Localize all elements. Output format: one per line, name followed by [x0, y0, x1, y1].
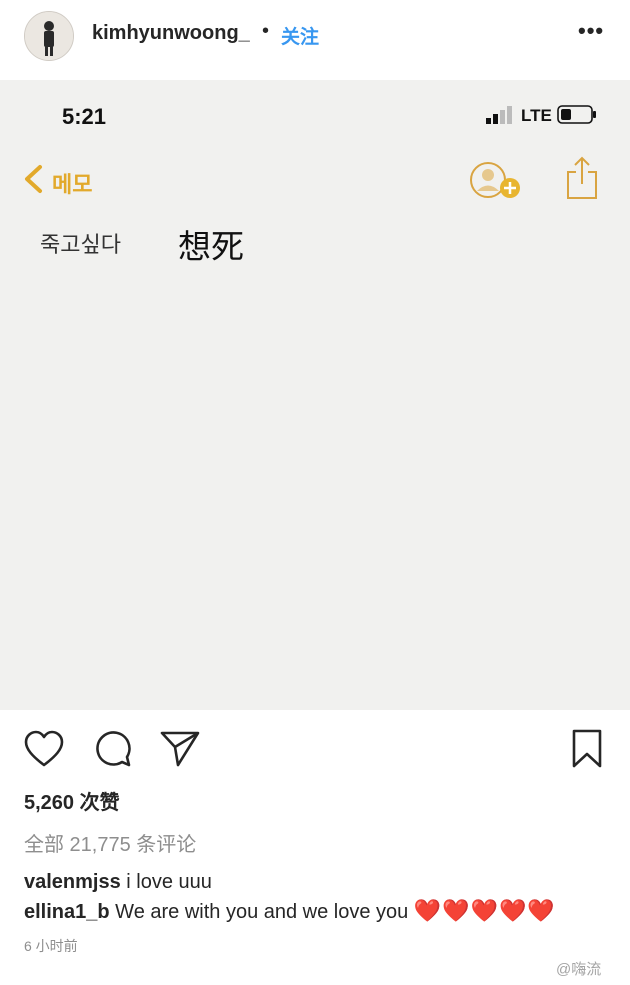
- direct-share-icon[interactable]: [160, 730, 200, 768]
- comment-icon[interactable]: [94, 730, 132, 768]
- bookmark-icon[interactable]: [572, 729, 602, 769]
- watermark: @嗨流: [556, 961, 602, 978]
- likes-count[interactable]: 5,260 次赞: [24, 786, 120, 815]
- battery-icon: [557, 105, 596, 124]
- more-options-icon[interactable]: •••: [578, 18, 604, 44]
- username[interactable]: kimhyunwoong_: [92, 22, 250, 45]
- post-timestamp: 6 小时前: [24, 938, 78, 954]
- like-heart-icon[interactable]: [24, 730, 64, 768]
- comment-text: We are with you and we love you: [115, 901, 409, 923]
- network-label: LTE: [521, 106, 552, 125]
- post-image: 5:21 LTE 메모 죽고싶다 想死: [0, 80, 630, 710]
- signal-icon: [486, 106, 512, 124]
- add-person-icon[interactable]: [470, 160, 522, 200]
- comment-item: valenmjss i love uuu: [24, 871, 212, 894]
- comment-username[interactable]: ellina1_b: [24, 901, 110, 923]
- action-bar: [0, 715, 630, 785]
- share-icon[interactable]: [565, 156, 599, 200]
- user-avatar[interactable]: [24, 11, 74, 61]
- comment-username[interactable]: valenmjss: [24, 871, 121, 893]
- heart-emoji-icons: ❤️❤️❤️❤️❤️: [413, 898, 556, 923]
- separator-dot: •: [262, 20, 270, 42]
- comment-item: ellina1_b We are with you and we love yo…: [24, 898, 556, 924]
- comment-text: i love uuu: [126, 871, 212, 893]
- post-header: kimhyunwoong_ • 关注 •••: [0, 0, 630, 80]
- follow-button[interactable]: 关注: [281, 22, 319, 49]
- back-label[interactable]: 메모: [52, 167, 92, 199]
- back-chevron-icon[interactable]: [22, 164, 44, 194]
- view-all-comments-link[interactable]: 全部 21,775 条评论: [24, 828, 196, 857]
- note-text-chinese: 想死: [178, 228, 244, 265]
- status-time: 5:21: [62, 104, 107, 129]
- note-text-korean: 죽고싶다: [40, 232, 121, 257]
